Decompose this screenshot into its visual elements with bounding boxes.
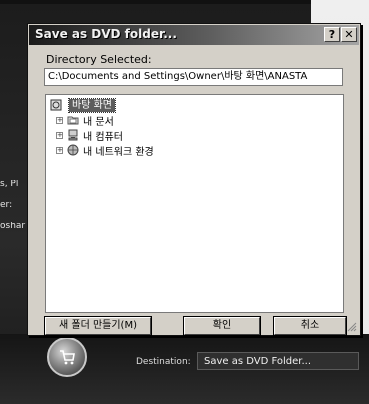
tree-item-label: 내 컴퓨터 bbox=[83, 131, 123, 143]
background-left-labels: s, Pl er: oshar bbox=[0, 180, 26, 243]
save-dvd-folder-dialog: Save as DVD folder... ? ✕ Directory Sele… bbox=[27, 23, 361, 336]
destination-field[interactable]: Save as DVD Folder... bbox=[197, 352, 359, 370]
network-icon bbox=[67, 144, 79, 156]
folder-tree[interactable]: 바탕 화면 + 내 문서 + 내 컴퓨터 + 내 네트워크 환경 bbox=[45, 94, 344, 313]
close-button[interactable]: ✕ bbox=[341, 27, 357, 42]
directory-field[interactable]: C:\Documents and Settings\Owner\바탕 화면\AN… bbox=[44, 68, 343, 86]
expand-icon[interactable]: + bbox=[56, 131, 63, 139]
new-folder-button[interactable]: 새 폴더 만들기(M) bbox=[44, 316, 152, 336]
tree-item-label: 내 문서 bbox=[83, 116, 114, 128]
destination-label: Destination: bbox=[136, 357, 191, 367]
help-button[interactable]: ? bbox=[324, 27, 340, 42]
tree-item-my-network[interactable]: + 내 네트워크 환경 bbox=[56, 143, 154, 158]
documents-folder-icon bbox=[67, 114, 79, 126]
computer-icon bbox=[67, 129, 79, 141]
dialog-titlebar[interactable]: Save as DVD folder... ? ✕ bbox=[29, 25, 359, 45]
tree-item-label: 내 네트워크 환경 bbox=[83, 146, 154, 158]
background-text-3: oshar bbox=[0, 221, 26, 231]
tree-item-desktop[interactable]: 바탕 화면 bbox=[50, 97, 116, 113]
expand-icon[interactable]: + bbox=[56, 146, 63, 154]
directory-label: Directory Selected: bbox=[46, 53, 152, 66]
desktop-icon bbox=[50, 99, 62, 111]
tree-item-my-computer[interactable]: + 내 컴퓨터 bbox=[56, 128, 123, 143]
cancel-button[interactable]: 취소 bbox=[273, 316, 347, 336]
ok-button[interactable]: 확인 bbox=[183, 316, 261, 336]
cart-button[interactable] bbox=[47, 337, 87, 377]
expand-icon[interactable]: + bbox=[56, 116, 63, 124]
background-text-2: er: bbox=[0, 200, 13, 210]
dialog-title: Save as DVD folder... bbox=[35, 27, 177, 41]
cart-icon bbox=[60, 350, 75, 365]
background-text-1: s, Pl bbox=[0, 180, 19, 189]
resize-grip-icon[interactable] bbox=[347, 322, 357, 332]
tree-item-label: 바탕 화면 bbox=[68, 97, 116, 113]
tree-item-my-documents[interactable]: + 내 문서 bbox=[56, 113, 114, 128]
